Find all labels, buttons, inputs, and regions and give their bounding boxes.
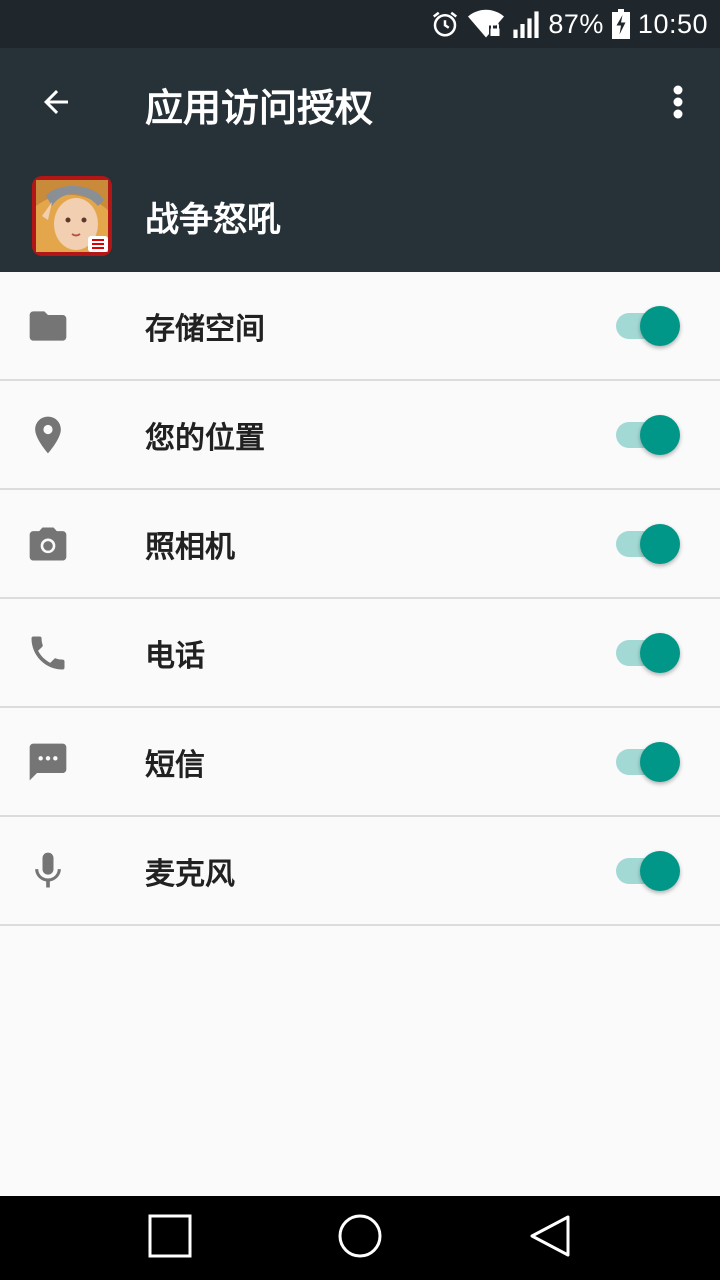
more-vert-icon bbox=[672, 84, 684, 124]
more-options-button[interactable] bbox=[658, 82, 698, 126]
app-icon bbox=[32, 176, 112, 256]
camera-icon bbox=[26, 522, 70, 566]
wifi-icon bbox=[468, 9, 505, 39]
battery-percent: 87% bbox=[548, 8, 604, 39]
permission-label: 电话 bbox=[145, 638, 205, 674]
permission-label: 短信 bbox=[145, 747, 205, 783]
permission-toggle[interactable] bbox=[614, 304, 684, 348]
list-item[interactable]: 照相机 bbox=[0, 490, 720, 599]
alarm-icon bbox=[430, 9, 460, 39]
app-toolbar: 应用访问授权 bbox=[0, 48, 720, 160]
recents-icon bbox=[148, 1214, 192, 1262]
sms-icon bbox=[26, 740, 70, 784]
back-button[interactable] bbox=[0, 48, 112, 160]
navigation-bar bbox=[0, 1196, 720, 1280]
page-title: 应用访问授权 bbox=[145, 85, 374, 130]
signal-icon bbox=[512, 10, 540, 38]
home-icon bbox=[337, 1213, 383, 1263]
clock: 10:50 bbox=[637, 8, 708, 39]
back-icon bbox=[528, 1214, 572, 1262]
list-item[interactable]: 您的位置 bbox=[0, 381, 720, 490]
phone-icon bbox=[26, 631, 70, 675]
permission-label: 照相机 bbox=[145, 529, 235, 565]
permission-toggle[interactable] bbox=[614, 631, 684, 675]
permission-label: 您的位置 bbox=[145, 420, 265, 456]
back-nav-button[interactable] bbox=[526, 1214, 574, 1262]
permission-list: 存储空间 您的位置 照相机 电话 短信 麦克风 bbox=[0, 272, 720, 926]
arrow-back-icon bbox=[38, 84, 74, 124]
app-header: 战争怒吼 bbox=[0, 160, 720, 272]
location-icon bbox=[26, 413, 70, 457]
permission-toggle[interactable] bbox=[614, 740, 684, 784]
recents-button[interactable] bbox=[146, 1214, 194, 1262]
list-item[interactable]: 麦克风 bbox=[0, 817, 720, 926]
list-item[interactable]: 电话 bbox=[0, 599, 720, 708]
permission-toggle[interactable] bbox=[614, 522, 684, 566]
permission-toggle[interactable] bbox=[614, 413, 684, 457]
microphone-icon bbox=[26, 849, 70, 893]
folder-icon bbox=[26, 304, 70, 348]
permission-label: 存储空间 bbox=[145, 311, 265, 347]
status-bar: 87% 10:50 bbox=[0, 0, 720, 48]
list-item[interactable]: 短信 bbox=[0, 708, 720, 817]
permission-toggle[interactable] bbox=[614, 849, 684, 893]
battery-charging-icon bbox=[611, 9, 630, 39]
app-name: 战争怒吼 bbox=[145, 199, 281, 240]
home-button[interactable] bbox=[336, 1214, 384, 1262]
permission-label: 麦克风 bbox=[145, 856, 235, 892]
list-item[interactable]: 存储空间 bbox=[0, 272, 720, 381]
